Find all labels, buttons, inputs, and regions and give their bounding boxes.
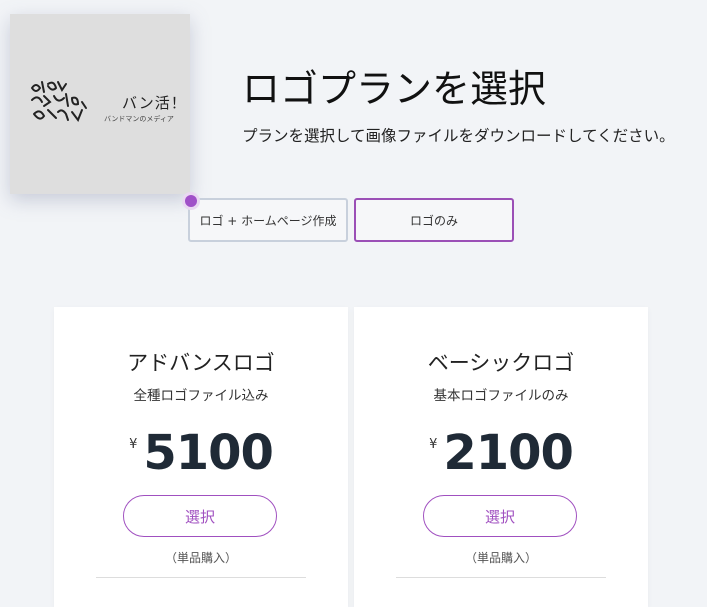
logo-name: バン活！ xyxy=(122,94,187,112)
select-basic-button[interactable]: 選択 xyxy=(423,495,577,537)
purchase-note: （単品購入） xyxy=(164,551,237,565)
divider xyxy=(396,577,606,578)
price-amount: 5100 xyxy=(143,425,274,481)
plan-title: ベーシックロゴ xyxy=(427,351,575,375)
logo-tagline: バンドマンのメディア xyxy=(104,115,174,123)
plan-card-advanced: アドバンスロゴ 全種ロゴファイル込み ¥ 5100 選択 （単品購入） xyxy=(54,307,348,607)
page-subtitle: プランを選択して画像ファイルをダウンロードしてください。 xyxy=(242,127,675,145)
plan-title: アドバンスロゴ xyxy=(127,351,275,375)
page-title: ロゴプランを選択 xyxy=(242,67,547,111)
plan-price: ¥ 5100 xyxy=(54,425,348,481)
plan-price: ¥ 2100 xyxy=(354,425,648,481)
tab-logo-and-homepage[interactable]: ロゴ + ホームページ作成 xyxy=(188,198,348,242)
plan-card-basic: ベーシックロゴ 基本ロゴファイルのみ ¥ 2100 選択 （単品購入） xyxy=(354,307,648,607)
plan-description: 基本ロゴファイルのみ xyxy=(433,388,569,404)
plan-description: 全種ロゴファイル込み xyxy=(133,388,269,404)
tab-logo-only[interactable]: ロゴのみ xyxy=(354,198,514,242)
logo-preview: バン活！ バンドマンのメディア xyxy=(10,14,190,194)
divider xyxy=(96,577,306,578)
select-advanced-button[interactable]: 選択 xyxy=(123,495,277,537)
purchase-note: （単品購入） xyxy=(464,551,537,565)
currency-symbol: ¥ xyxy=(129,437,138,452)
logo-mark-icon xyxy=(31,81,87,123)
price-amount: 2100 xyxy=(443,425,574,481)
currency-symbol: ¥ xyxy=(429,437,438,452)
tab-indicator-dot xyxy=(185,195,197,207)
